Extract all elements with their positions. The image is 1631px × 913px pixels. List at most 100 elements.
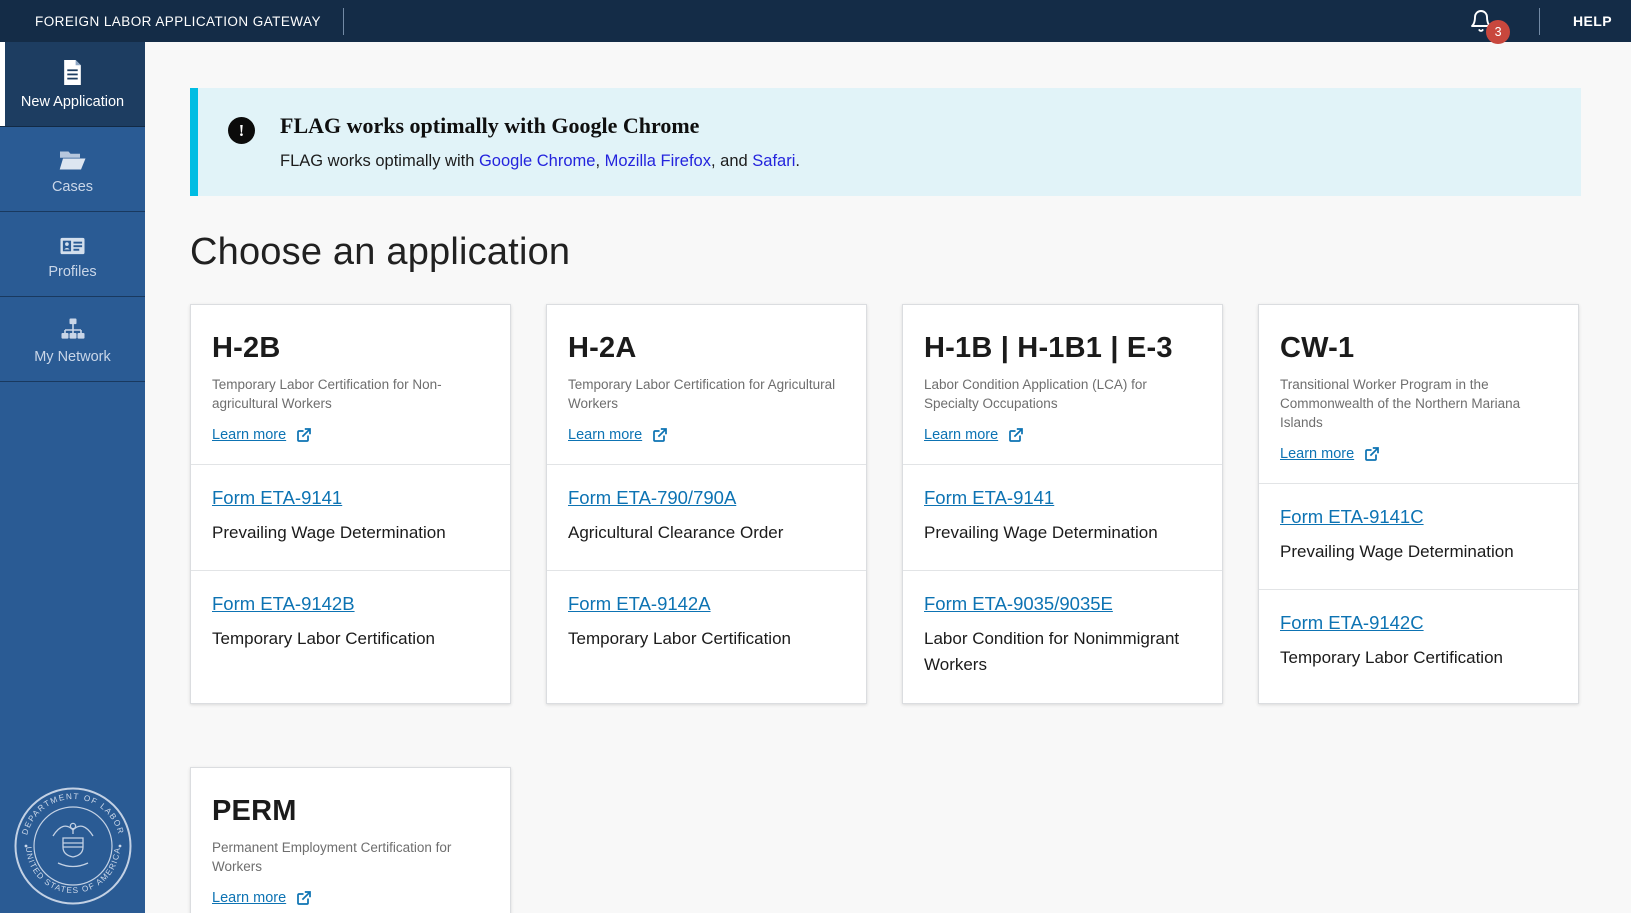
topbar-right: 3 HELP [1469, 0, 1631, 42]
external-link-icon [1008, 427, 1024, 443]
card-sections: Form ETA-9141 Prevailing Wage Determinati… [903, 464, 1222, 703]
form-description: Temporary Labor Certification [1280, 645, 1540, 671]
dol-seal: DEPARTMENT OF LABOR UNITED STATES OF AME… [13, 786, 133, 911]
sidebar-item-profiles[interactable]: Profiles [0, 212, 145, 297]
browser-link[interactable]: Safari [752, 152, 795, 170]
form-description: Prevailing Wage Determination [212, 520, 472, 546]
learn-more-row: Learn more [568, 427, 845, 443]
card-sections: Form ETA-9141C Prevailing Wage Determinat… [1259, 483, 1578, 703]
folder-icon [59, 144, 86, 170]
form-description: Labor Condition for Nonimmigrant Workers [924, 626, 1184, 679]
form-section: Form ETA-9141C Prevailing Wage Determinat… [1259, 483, 1578, 589]
app-title[interactable]: FOREIGN LABOR APPLICATION GATEWAY [35, 14, 321, 29]
card-sections: Form ETA-9141 Prevailing Wage Determinati… [191, 464, 510, 703]
id-card-icon [60, 229, 85, 255]
form-link[interactable]: Form ETA-790/790A [568, 487, 736, 509]
form-description: Agricultural Clearance Order [568, 520, 828, 546]
sidebar-item-cases[interactable]: Cases [0, 127, 145, 212]
form-section: Form ETA-9142BTemporary Labor Certificat… [191, 570, 510, 703]
topbar-divider [1539, 8, 1540, 35]
sidebar-item-label: My Network [34, 349, 111, 365]
learn-more-row: Learn more [212, 427, 489, 443]
form-description: Prevailing Wage Determination [924, 520, 1184, 546]
form-link[interactable]: Form ETA-9142C [1280, 612, 1424, 634]
card-subtitle: Temporary Labor Certification for Non-ag… [212, 376, 489, 414]
application-card-h-1b-h-1b1-e-3: H-1B | H-1B1 | E-3 Labor Condition Applic… [902, 304, 1223, 704]
form-description: Temporary Labor Certification [568, 626, 828, 652]
form-link[interactable]: Form ETA-9035/9035E [924, 593, 1113, 615]
card-header: CW-1 Transitional Worker Program in the C… [1259, 305, 1578, 483]
alert-body: FLAG works optimally with Google Chrome,… [280, 152, 800, 171]
card-title: PERM [212, 795, 489, 828]
sidebar-item-label: Cases [52, 179, 93, 195]
browser-link[interactable]: Mozilla Firefox [605, 152, 711, 170]
alert-body-text: , and [711, 152, 752, 170]
sidebar-item-label: New Application [21, 94, 124, 110]
sidebar: New Application Cases Profiles My Network D… [0, 42, 145, 913]
form-link[interactable]: Form ETA-9142B [212, 593, 355, 615]
alert-body-text: . [795, 152, 800, 170]
form-section: Form ETA-9035/9035E Labor Condition for N… [903, 570, 1222, 703]
learn-more-link[interactable]: Learn more [568, 427, 642, 443]
notifications-button[interactable]: 3 [1469, 8, 1493, 34]
learn-more-link[interactable]: Learn more [212, 890, 286, 906]
card-title: H-2A [568, 332, 845, 365]
form-section: Form ETA-9142A Temporary Labor Certificat… [547, 570, 866, 703]
external-link-icon [296, 890, 312, 906]
card-title: H-1B | H-1B1 | E-3 [924, 332, 1201, 365]
topbar-divider [343, 8, 344, 35]
alert-title: FLAG works optimally with Google Chrome [280, 113, 800, 139]
document-icon [62, 59, 83, 85]
application-card-perm: PERM Permanent Employment Certification f… [190, 767, 511, 913]
help-link[interactable]: HELP [1573, 13, 1612, 29]
form-section: Form ETA-9141 Prevailing Wage Determinati… [191, 464, 510, 570]
network-icon [61, 314, 85, 340]
learn-more-row: Learn more [212, 890, 489, 906]
alert-body-text: , [595, 152, 604, 170]
form-link[interactable]: Form ETA-9141 [212, 487, 342, 509]
learn-more-link[interactable]: Learn more [924, 427, 998, 443]
form-link[interactable]: Form ETA-9142A [568, 593, 711, 615]
card-header: H-2B Temporary Labor Certification for No… [191, 305, 510, 464]
application-card-h-2b: H-2B Temporary Labor Certification for No… [190, 304, 511, 704]
browser-link[interactable]: Google Chrome [479, 152, 595, 170]
card-header: H-2A Temporary Labor Certification for Ag… [547, 305, 866, 464]
form-section: Form ETA-9141 Prevailing Wage Determinati… [903, 464, 1222, 570]
card-header: PERM Permanent Employment Certification f… [191, 768, 510, 913]
form-link[interactable]: Form ETA-9141C [1280, 506, 1424, 528]
alert-text: FLAG works optimally with Google Chrome … [280, 113, 800, 171]
browser-compatibility-alert: ! FLAG works optimally with Google Chrom… [190, 88, 1581, 196]
svg-text:UNITED STATES OF AMERICA: UNITED STATES OF AMERICA [23, 846, 121, 895]
learn-more-row: Learn more [1280, 446, 1557, 462]
card-header: H-1B | H-1B1 | E-3 Labor Condition Applic… [903, 305, 1222, 464]
card-sections: Form ETA-790/790A Agricultural Clearance … [547, 464, 866, 703]
form-link[interactable]: Form ETA-9141 [924, 487, 1054, 509]
info-icon: ! [228, 117, 255, 144]
sidebar-item-my-network[interactable]: My Network [0, 297, 145, 382]
card-title: H-2B [212, 332, 489, 365]
card-subtitle: Labor Condition Application (LCA) for Sp… [924, 376, 1201, 414]
topbar-left: FOREIGN LABOR APPLICATION GATEWAY [0, 0, 344, 42]
notification-badge: 3 [1486, 20, 1510, 44]
sidebar-item-label: Profiles [48, 264, 96, 280]
application-card-h-2a: H-2A Temporary Labor Certification for Ag… [546, 304, 867, 704]
card-subtitle: Temporary Labor Certification for Agricu… [568, 376, 845, 414]
page-heading: Choose an application [190, 231, 1581, 274]
alert-body-text: FLAG works optimally with [280, 152, 479, 170]
application-cards: H-2B Temporary Labor Certification for No… [190, 304, 1582, 913]
learn-more-row: Learn more [924, 427, 1201, 443]
form-section: Form ETA-790/790A Agricultural Clearance … [547, 464, 866, 570]
main-content: ! FLAG works optimally with Google Chrom… [145, 42, 1631, 913]
card-subtitle: Transitional Worker Program in the Commo… [1280, 376, 1557, 433]
external-link-icon [652, 427, 668, 443]
card-subtitle: Permanent Employment Certification for W… [212, 839, 489, 877]
learn-more-link[interactable]: Learn more [1280, 446, 1354, 462]
external-link-icon [1364, 446, 1380, 462]
card-title: CW-1 [1280, 332, 1557, 365]
form-section: Form ETA-9142C Temporary Labor Certificat… [1259, 589, 1578, 703]
sidebar-item-new-application[interactable]: New Application [0, 42, 145, 127]
form-description: Prevailing Wage Determination [1280, 539, 1540, 565]
learn-more-link[interactable]: Learn more [212, 427, 286, 443]
external-link-icon [296, 427, 312, 443]
application-card-cw-1: CW-1 Transitional Worker Program in the C… [1258, 304, 1579, 704]
